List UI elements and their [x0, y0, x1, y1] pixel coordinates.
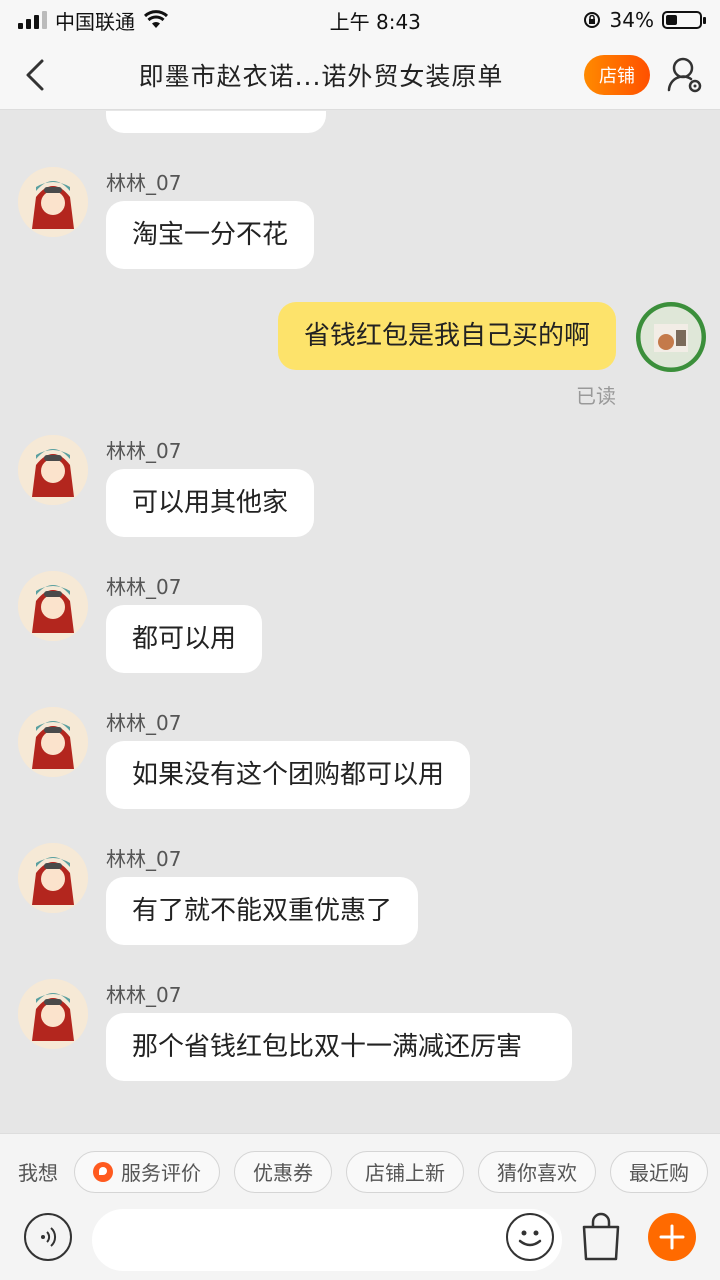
sender-name: 林林_07: [106, 575, 182, 599]
chip-guess-you-like[interactable]: 猜你喜欢: [478, 1150, 596, 1193]
chip-label: 店铺上新: [365, 1161, 445, 1185]
chip-store-new[interactable]: 店铺上新: [346, 1150, 464, 1193]
shopping-bag-button[interactable]: [578, 1211, 624, 1263]
message-bubble: 那个省钱红包比双十一满减还厉害: [106, 1013, 572, 1081]
profile-settings-icon: [667, 57, 702, 92]
quick-actions-bar: 我想 服务评价 优惠券 店铺上新 猜你喜欢 最近购: [0, 1133, 720, 1209]
sender-name: 林林_07: [106, 171, 182, 195]
status-bar: 中国联通 上午 8:43 34%: [0, 0, 720, 40]
sender-name: 林林_07: [106, 711, 182, 735]
sender-name: 林林_07: [106, 847, 182, 871]
avatar[interactable]: [18, 843, 88, 913]
plus-icon: [659, 1224, 685, 1250]
chat-title: 即墨市赵衣诺...诺外贸女装原单: [138, 61, 504, 91]
service-review-icon: [93, 1161, 113, 1182]
input-bar: [0, 1209, 720, 1280]
read-status: 已读: [576, 384, 616, 408]
message-input[interactable]: [92, 1209, 562, 1271]
quick-actions-label: 我想: [18, 1161, 58, 1185]
nav-bar: 即墨市赵衣诺...诺外贸女装原单 店铺: [0, 40, 720, 110]
voice-icon: [41, 1227, 57, 1247]
status-time: 上午 8:43: [329, 9, 421, 34]
store-button[interactable]: 店铺: [584, 54, 650, 95]
chip-label: 最近购: [629, 1161, 689, 1185]
chip-recent-purchase[interactable]: 最近购: [610, 1150, 708, 1193]
rotation-lock-icon: [583, 12, 600, 28]
sender-name: 林林_07: [106, 983, 182, 1007]
message-bubble: 都可以用: [106, 605, 263, 673]
battery-percent: 34%: [609, 8, 654, 32]
avatar[interactable]: [18, 435, 88, 505]
avatar[interactable]: [18, 167, 88, 237]
emoji-icon: [518, 1230, 542, 1247]
emoji-button[interactable]: [506, 1213, 554, 1261]
self-avatar[interactable]: [636, 302, 706, 372]
message-bubble: 有了就不能双重优惠了: [106, 877, 419, 945]
message-bubble: 淘宝一分不花: [106, 201, 315, 269]
chip-label: 猜你喜欢: [497, 1161, 577, 1185]
message-bubble-partial: [106, 111, 326, 133]
chip-label: 优惠券: [253, 1161, 313, 1185]
chip-coupon[interactable]: 优惠券: [234, 1150, 332, 1193]
avatar[interactable]: [18, 979, 88, 1049]
chat-area[interactable]: 林林_07 淘宝一分不花 省钱红包是我自己买的啊 已读 林林_07 可以用其他家…: [0, 111, 720, 1133]
back-icon: [26, 59, 44, 90]
wifi-icon: [143, 10, 169, 28]
avatar[interactable]: [18, 571, 88, 641]
signal-icon: [18, 11, 47, 29]
carrier-label: 中国联通: [55, 9, 135, 34]
plus-button[interactable]: [648, 1213, 696, 1261]
status-left: 中国联通: [18, 6, 169, 35]
battery-icon: [661, 11, 706, 29]
back-button[interactable]: [0, 40, 70, 110]
message-bubble-self: 省钱红包是我自己买的啊: [277, 302, 616, 370]
avatar[interactable]: [18, 707, 88, 777]
shopping-bag-icon: [582, 1212, 620, 1261]
sender-name: 林林_07: [106, 439, 182, 463]
message-bubble: 可以用其他家: [106, 469, 315, 537]
chip-label: 服务评价: [121, 1161, 201, 1185]
message-bubble: 如果没有这个团购都可以用: [106, 741, 471, 809]
profile-settings-button[interactable]: [650, 40, 720, 110]
chip-service-review[interactable]: 服务评价: [74, 1150, 220, 1193]
status-right: 34%: [582, 8, 706, 32]
voice-button[interactable]: [24, 1213, 72, 1261]
